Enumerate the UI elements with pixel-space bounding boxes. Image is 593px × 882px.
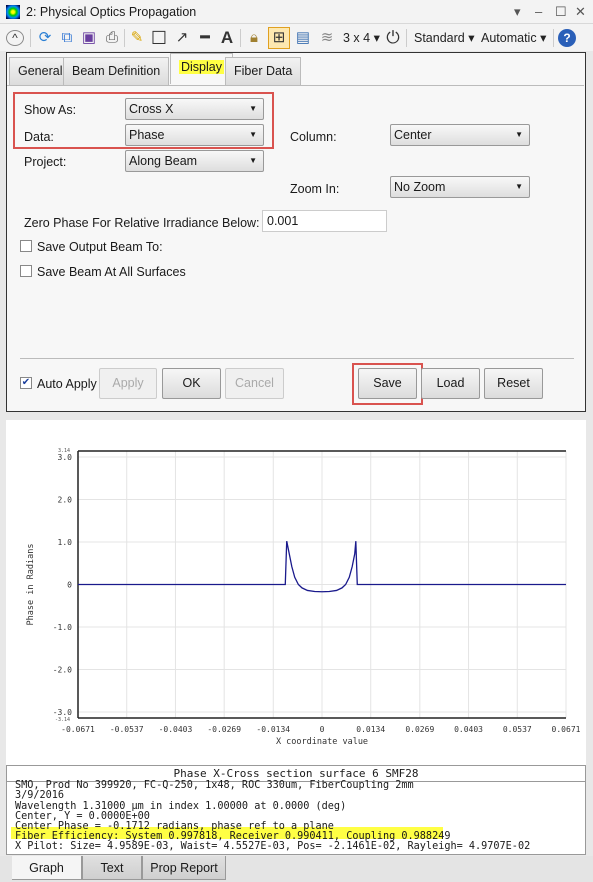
ok-button[interactable]: OK [162,368,221,399]
show-as-dropdown[interactable]: Cross X ▼ [125,98,264,120]
info-line: 3/9/2016 [15,790,65,801]
separator [553,29,554,47]
auto-apply-checkbox[interactable]: ✔ [20,377,32,389]
tab-fiber-data[interactable]: Fiber Data [225,57,302,86]
tab-divider [7,85,584,86]
x-axis-label: X coordinate value [276,737,368,747]
x-tick-label: -0.0134 [256,725,290,734]
save-button[interactable]: Save [358,368,417,399]
bottom-tabs: Graph Text Prop Report [0,856,593,882]
y-max-label: 3.14 [58,448,70,454]
divider [20,358,574,359]
tab-prop-report[interactable]: Prop Report [142,856,226,880]
data-label: Data: [24,130,54,144]
window-icon[interactable]: ▤ [294,28,312,48]
info-panel: Phase X-Cross section surface 6 SMF28 SM… [6,765,586,855]
pencil-icon[interactable]: ✎ [128,28,146,48]
y-tick-label: 3.0 [58,453,73,462]
x-tick-label: 0.0537 [503,725,532,734]
zoom-in-dropdown[interactable]: No Zoom ▼ [390,176,530,198]
separator [30,29,31,47]
line-icon[interactable]: ━ [194,28,216,48]
minimize-button[interactable]: – [535,4,542,19]
tab-text[interactable]: Text [82,856,142,880]
save-all-surfaces-checkbox[interactable] [20,265,32,277]
power-icon[interactable]: ⏻ [384,28,402,48]
zero-phase-label: Zero Phase For Relative Irradiance Below… [24,216,260,230]
tab-beam-definition[interactable]: Beam Definition [63,57,170,86]
x-tick-label: 0 [320,725,325,734]
lock-icon[interactable]: 🔒︎ [246,28,262,48]
info-line: SMO, Prod No 399920, FC-Q-250, 1x48, ROC… [15,780,414,791]
project-dropdown[interactable]: Along Beam ▼ [125,150,264,172]
toolbar: ^ ⟳ ⧉ ▣ ⎙ ✎ ☐ ↗ ━ A 🔒︎ ⊞ ▤ ≋ 3 x 4 ▾ ⏻ S… [0,24,593,51]
save-output-label: Save Output Beam To: [37,240,163,254]
phase-chart: -0.0671 -0.0537 -0.0403 -0.0269 -0.0134 0 0.01… [26,448,581,747]
title-bar: 2: Physical Optics Propagation ▾ – ☐ ✕ [0,0,593,24]
x-tick-label: 0.0269 [405,725,434,734]
automatic-dropdown[interactable]: Automatic ▾ [481,30,546,45]
column-dropdown[interactable]: Center ▼ [390,124,530,146]
separator [406,29,407,47]
y-axis-label: Phase in Radians [26,544,36,626]
x-tick-label: -0.0537 [110,725,144,734]
tab-display[interactable]: Display [170,53,233,84]
x-tick-label: 0.0403 [454,725,483,734]
fit-icon[interactable]: ⊞ [268,27,290,49]
auto-apply-label: Auto Apply [37,377,97,391]
collapse-icon[interactable]: ^ [6,30,24,46]
help-icon[interactable]: ? [558,29,576,47]
x-tick-label: 0.0671 [552,725,581,734]
standard-dropdown[interactable]: Standard ▾ [414,30,474,45]
x-tick-label: -0.0671 [61,725,95,734]
y-min-label: -3.14 [55,717,70,723]
y-tick-label: 1.0 [58,538,73,547]
y-tick-label: -1.0 [53,623,72,632]
maximize-button[interactable]: ☐ [555,4,567,20]
graph-panel: -0.0671 -0.0537 -0.0403 -0.0269 -0.0134 0 0.01… [6,420,586,765]
load-button[interactable]: Load [421,368,480,399]
save-icon[interactable]: ▣ [80,28,98,48]
y-tick-label: 2.0 [58,495,73,504]
save-all-surfaces-label: Save Beam At All Surfaces [37,265,186,279]
dropdown-icon[interactable]: ▾ [514,4,521,20]
copy-icon[interactable]: ⧉ [58,28,76,48]
print-icon[interactable]: ⎙ [102,28,122,48]
close-button[interactable]: ✕ [575,4,586,20]
layout-dropdown[interactable]: 3 x 4 ▾ [343,30,380,45]
zoom-in-label: Zoom In: [290,182,340,196]
x-tick-label: -0.0269 [207,725,241,734]
apply-button[interactable]: Apply [99,368,157,399]
data-dropdown[interactable]: Phase ▼ [125,124,264,146]
y-tick-label: -2.0 [53,666,72,675]
info-line: X Pilot: Size= 4.9589E-03, Waist= 4.5527… [15,841,531,852]
arrow-icon[interactable]: ↗ [172,28,192,48]
layers-icon[interactable]: ≋ [318,28,336,48]
text-icon[interactable]: A [218,28,236,48]
separator [240,29,241,47]
zero-phase-input[interactable]: 0.001 [262,210,387,232]
refresh-icon[interactable]: ⟳ [36,28,54,48]
show-as-label: Show As: [24,103,77,117]
window-title: 2: Physical Optics Propagation [26,5,197,19]
reset-button[interactable]: Reset [484,368,543,399]
column-label: Column: [290,130,337,144]
cancel-button[interactable]: Cancel [225,368,284,399]
rectangle-icon[interactable]: ☐ [150,28,168,48]
project-label: Project: [24,155,67,169]
app-icon [6,5,20,19]
save-output-checkbox[interactable] [20,240,32,252]
y-tick-label: -3.0 [53,708,72,717]
x-tick-label: -0.0403 [159,725,193,734]
tab-graph[interactable]: Graph [12,856,82,880]
settings-panel: General Beam Definition Display Fiber Da… [6,52,586,412]
chart-title: Phase X-Cross section surface 6 SMF28 [173,767,419,780]
x-tick-label: 0.0134 [356,725,385,734]
y-tick-label: 0 [67,581,72,590]
separator [124,29,125,47]
